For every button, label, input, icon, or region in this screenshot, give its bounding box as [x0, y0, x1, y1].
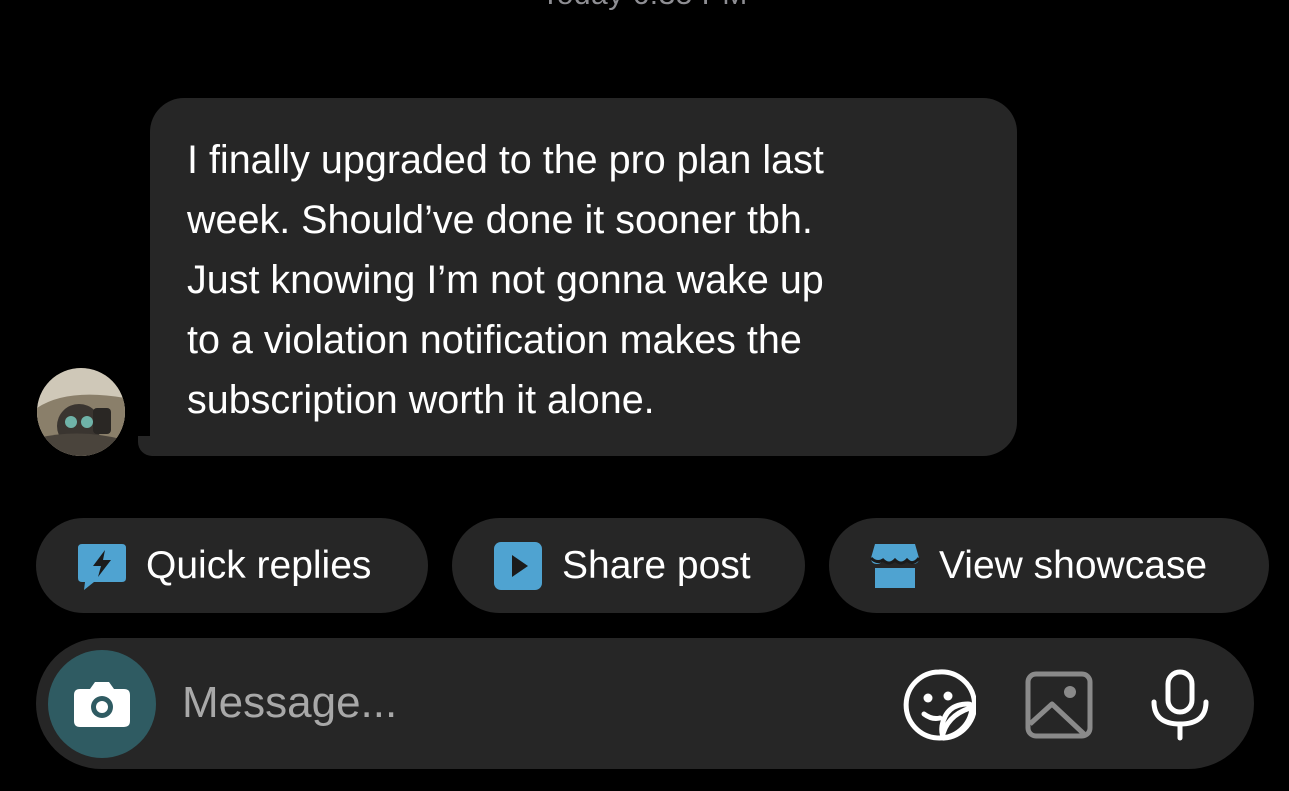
view-showcase-label: View showcase: [939, 543, 1208, 587]
camera-icon: [74, 682, 130, 727]
message-timestamp: Today 6:35 PM: [0, 0, 1289, 12]
storefront-icon: [869, 543, 921, 588]
sticker-icon[interactable]: [902, 668, 976, 742]
quick-replies-icon: [78, 543, 126, 590]
message-text: I finally upgraded to the pro plan last …: [187, 138, 824, 422]
quick-replies-label: Quick replies: [146, 543, 372, 587]
view-showcase-button[interactable]: View showcase: [829, 518, 1269, 613]
avatar-image: [37, 368, 125, 456]
dm-thread-screen: Today 6:35 PM I finally upgraded to the …: [0, 0, 1289, 791]
share-post-button[interactable]: Share post: [452, 518, 805, 613]
microphone-icon[interactable]: [1143, 668, 1217, 742]
received-message-bubble[interactable]: I finally upgraded to the pro plan last …: [150, 98, 1017, 456]
camera-button[interactable]: [48, 650, 156, 758]
message-input[interactable]: [182, 668, 862, 738]
share-post-label: Share post: [562, 543, 751, 587]
play-icon: [494, 541, 542, 590]
sender-avatar[interactable]: [37, 368, 125, 456]
gallery-icon[interactable]: [1022, 668, 1096, 742]
quick-replies-button[interactable]: Quick replies: [36, 518, 428, 613]
